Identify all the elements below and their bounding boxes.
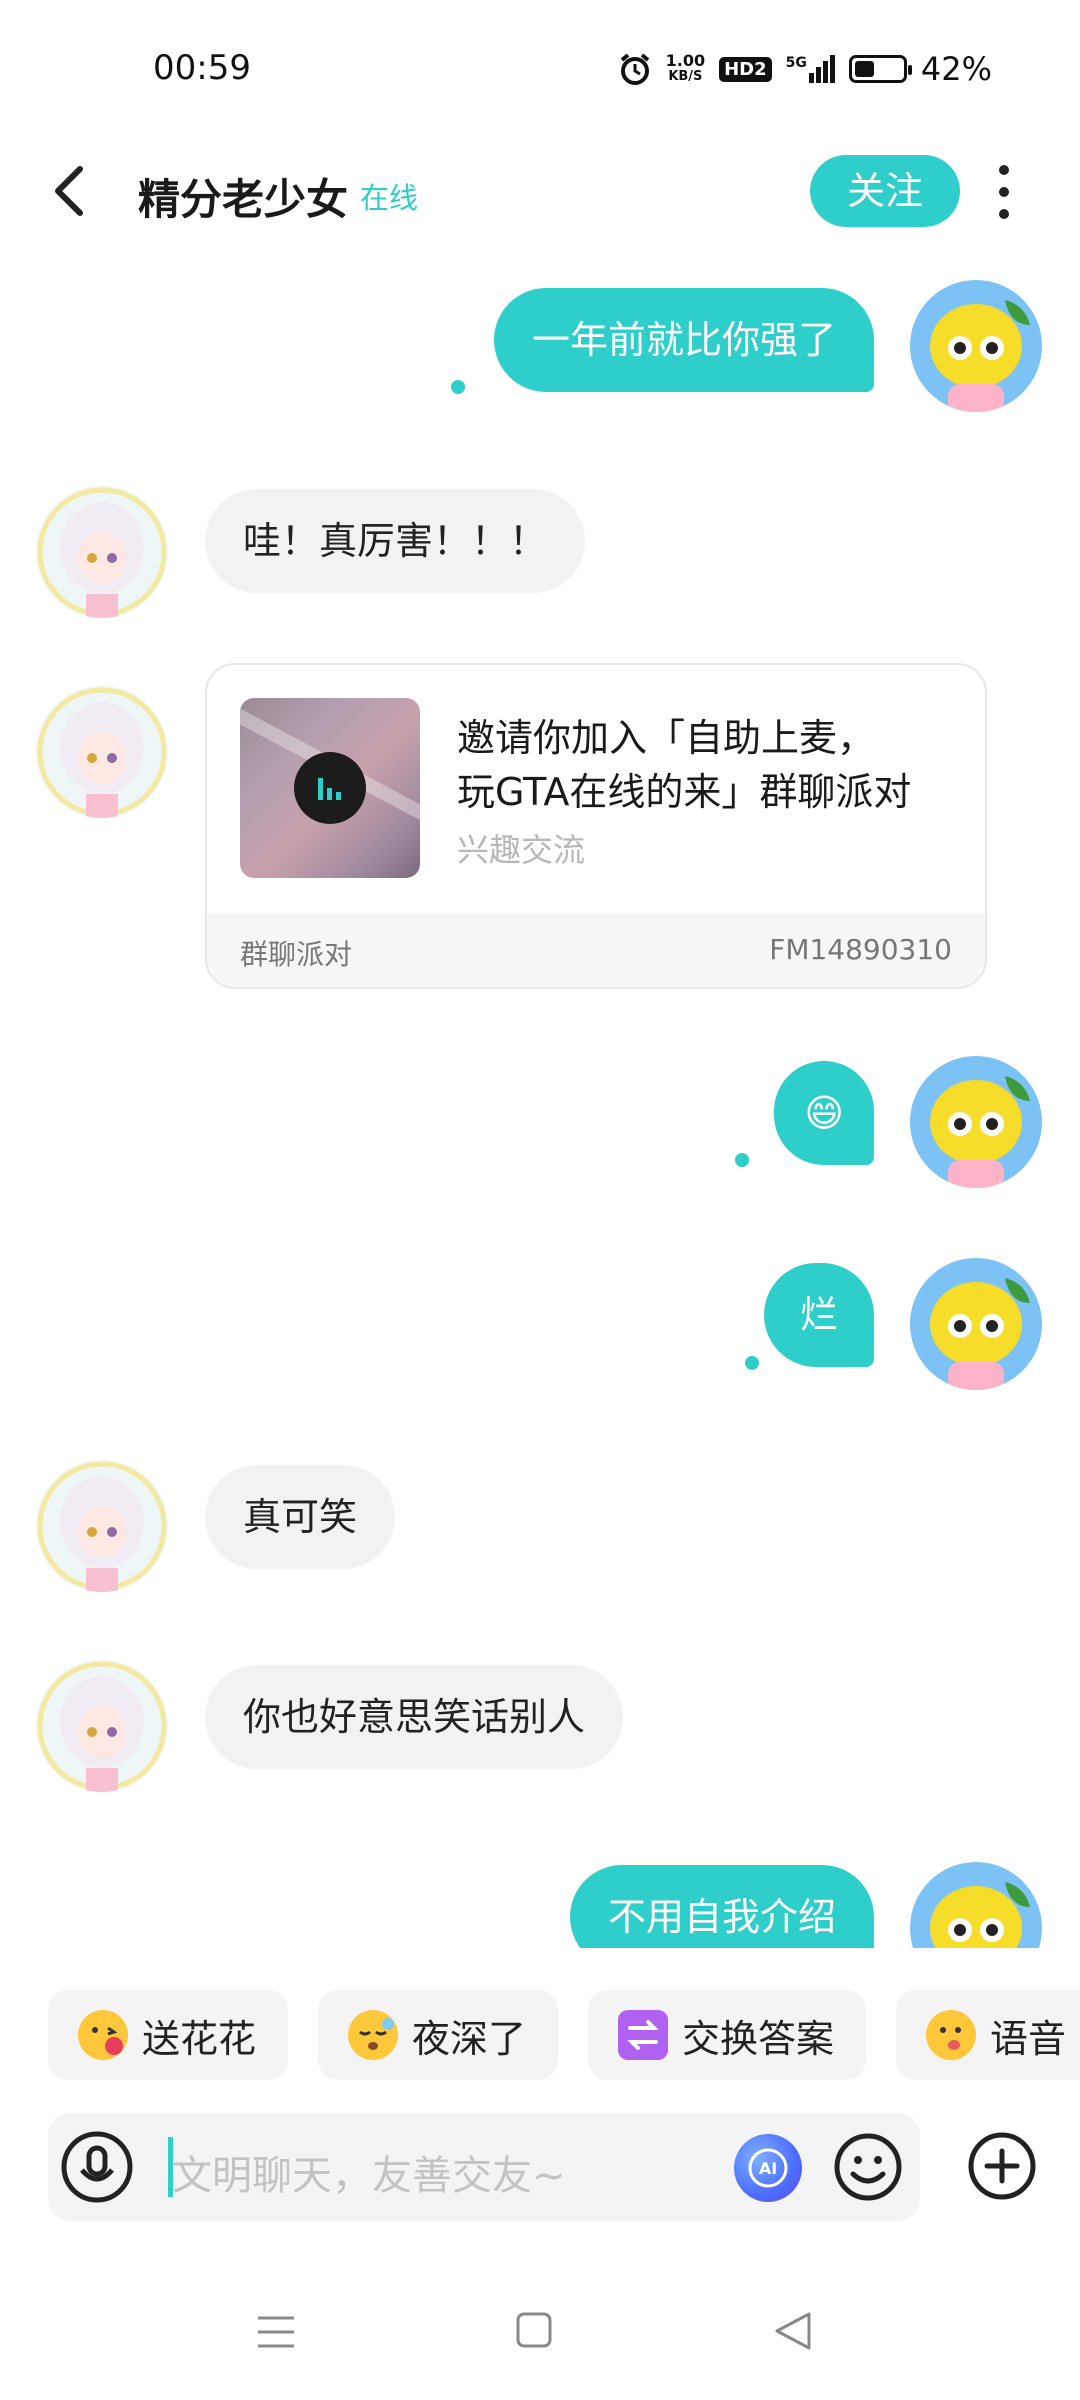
message-bubble-incoming[interactable]: 哇！真厉害！！！ [205, 489, 586, 593]
anime-girl-avatar-icon [36, 1660, 168, 1792]
alarm-icon [620, 53, 649, 85]
flower-kiss-emoji-icon [78, 2010, 128, 2060]
lemon-avatar-icon [910, 1258, 1042, 1390]
battery-percent: 42% [920, 50, 992, 88]
hd-badge: HD2 [719, 56, 772, 82]
exchange-icon [618, 2010, 669, 2060]
anime-girl-avatar-icon [36, 1460, 168, 1592]
my-avatar[interactable] [910, 1862, 1042, 1948]
message-input[interactable]: 文明聊天，友善交友~ [172, 2143, 566, 2201]
tongue-emoji-icon [926, 2010, 977, 2060]
sleepy-emoji-icon [348, 2010, 399, 2060]
my-avatar[interactable] [910, 1056, 1042, 1188]
group-thumbnail [240, 698, 420, 878]
chip-voice[interactable]: 语音 [896, 1990, 1080, 2080]
message-bubble-outgoing[interactable]: 烂 [763, 1263, 874, 1367]
voice-input-icon[interactable] [60, 2130, 134, 2204]
message-bubble-outgoing[interactable]: 不用自我介绍 [569, 1865, 874, 1948]
message-input-bar: 文明聊天，友善交友~ AI [48, 2113, 920, 2221]
back-arrow-icon[interactable] [52, 165, 86, 217]
unread-dot [735, 1153, 749, 1167]
chip-late-night[interactable]: 夜深了 [318, 1990, 559, 2080]
chip-send-flowers[interactable]: 送花花 [48, 1990, 289, 2080]
my-avatar[interactable] [910, 280, 1042, 412]
friend-avatar[interactable] [36, 1460, 168, 1592]
battery-fill [854, 61, 874, 77]
group-invite-card[interactable]: 邀请你加入「自助上麦， 玩GTA在线的来」群聊派对 兴趣交流 群聊派对 FM14… [205, 663, 987, 989]
card-subtitle: 兴趣交流 [457, 831, 586, 869]
nav-recents-icon[interactable] [256, 2314, 296, 2350]
chip-exchange-answers[interactable]: 交换答案 [588, 1990, 867, 2080]
card-footer-type: 群聊派对 [240, 938, 353, 971]
follow-button[interactable]: 关注 [810, 155, 960, 227]
chat-title: 精分老少女 [138, 175, 349, 224]
ai-icon: AI [748, 2148, 788, 2188]
nav-home-icon[interactable] [516, 2312, 552, 2348]
signal-icon: 5G [786, 55, 835, 83]
friend-avatar[interactable] [36, 1660, 168, 1792]
online-status: 在线 [360, 181, 419, 215]
my-avatar[interactable] [910, 1258, 1042, 1390]
lemon-avatar-icon [910, 280, 1042, 412]
audio-wave-icon [294, 752, 366, 824]
emoji-button-icon[interactable] [833, 2132, 903, 2202]
lemon-avatar-icon [910, 1862, 1042, 1948]
card-footer: 群聊派对 FM14890310 [207, 913, 985, 987]
svg-text:AI: AI [759, 2159, 777, 2178]
net-speed: 1.00 KB/S [665, 51, 706, 85]
friend-avatar[interactable] [36, 486, 168, 618]
unread-dot [451, 380, 465, 394]
lemon-avatar-icon [910, 1056, 1042, 1188]
card-footer-id: FM14890310 [769, 933, 952, 966]
message-bubble-incoming[interactable]: 你也好意思笑话别人 [205, 1665, 624, 1769]
ai-assistant-button[interactable]: AI [734, 2134, 802, 2202]
anime-girl-avatar-icon [36, 486, 168, 618]
unread-dot [745, 1356, 759, 1370]
card-title: 邀请你加入「自助上麦， 玩GTA在线的来」群聊派对 [457, 716, 912, 814]
nav-back-icon[interactable] [773, 2310, 813, 2352]
friend-avatar[interactable] [36, 686, 168, 818]
message-bubble-incoming[interactable]: 真可笑 [205, 1465, 396, 1569]
more-options-icon[interactable] [993, 165, 1015, 219]
anime-girl-avatar-icon [36, 686, 168, 818]
add-attachment-icon[interactable] [967, 2131, 1037, 2201]
status-icons: 1.00 KB/S HD2 5G 42% [618, 50, 992, 88]
message-bubble-outgoing[interactable]: 一年前就比你强了 [493, 288, 874, 392]
status-time: 00:59 [153, 48, 251, 88]
battery-icon [848, 55, 912, 83]
quick-reply-chips: 送花花 夜深了 交换答案 语音 [48, 1990, 1080, 2080]
chat-list[interactable]: 一年前就比你强了 哇！真厉害！！！ 邀请你加入「自助上麦， 玩GTA在线的来」群… [0, 260, 1080, 1948]
message-bubble-outgoing[interactable]: 😄 [774, 1061, 874, 1165]
